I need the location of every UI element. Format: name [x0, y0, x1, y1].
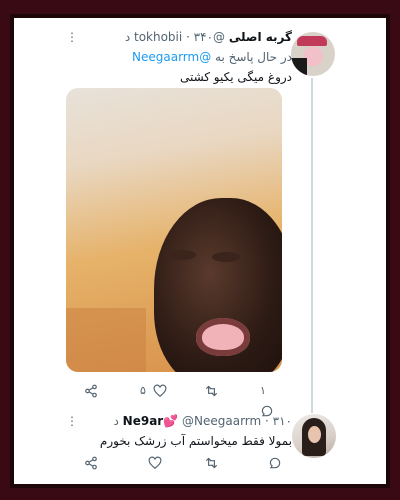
retweet-icon: [205, 385, 218, 396]
like-count: ۵: [140, 383, 146, 397]
mention-link[interactable]: @Neegaarrm: [132, 50, 211, 64]
tweet1-header: گربه اصلی @tokhobii · ۳۴۰ د: [124, 30, 292, 44]
replying-to: در حال پاسخ به @Neegaarrm: [132, 50, 292, 64]
avatar-hat: [297, 36, 327, 46]
handle[interactable]: @Neegaarrm: [182, 414, 261, 428]
tweet-thread: گربه اصلی @tokhobii · ۳۴۰ د ⋮ در حال پاس…: [14, 18, 386, 484]
tweet2-text: بمولا فقط میخواستم آب زرشک بخورم: [99, 434, 292, 448]
media-eye-right: [212, 252, 240, 262]
retweet-button[interactable]: [204, 380, 219, 400]
like-button[interactable]: [148, 452, 162, 472]
retweet-icon: [205, 457, 218, 468]
reply-button[interactable]: ۱: [260, 380, 284, 417]
avatar-ne9ar[interactable]: [292, 414, 336, 458]
display-name[interactable]: Ne9ar💕: [123, 414, 179, 428]
tweet2-actions: [84, 452, 284, 472]
media-eye-left: [168, 250, 196, 260]
share-button[interactable]: [84, 452, 98, 472]
retweet-button[interactable]: [204, 452, 219, 472]
avatar-shadow: [291, 58, 307, 76]
tweet-media-image[interactable]: [66, 88, 282, 372]
share-icon: [85, 456, 97, 469]
reply-count: ۱: [260, 383, 266, 397]
display-name[interactable]: گربه اصلی: [229, 30, 292, 44]
like-button[interactable]: ۵: [140, 380, 167, 400]
tweet1-actions: ۵ ۱: [84, 380, 284, 417]
share-button[interactable]: [84, 380, 98, 400]
reply-icon: [269, 457, 281, 468]
reply-button[interactable]: [268, 452, 282, 472]
share-icon: [85, 384, 97, 397]
more-icon[interactable]: ⋮: [66, 30, 78, 44]
avatar-tokhobii[interactable]: [291, 32, 335, 76]
more-icon[interactable]: ⋮: [66, 414, 78, 428]
tweet1-text: دروغ میگی یکیو کشتی: [179, 70, 292, 84]
media-mouth: [196, 318, 250, 356]
tweet2-header: Ne9ar💕 @Neegaarrm · ۳۱۰ د: [113, 414, 293, 428]
media-shadow: [66, 308, 146, 372]
avatar-face: [308, 426, 321, 443]
thread-connector-line: [311, 78, 313, 413]
like-icon: [148, 456, 162, 469]
like-icon: [153, 384, 167, 397]
replying-prefix: در حال پاسخ به: [215, 50, 292, 64]
